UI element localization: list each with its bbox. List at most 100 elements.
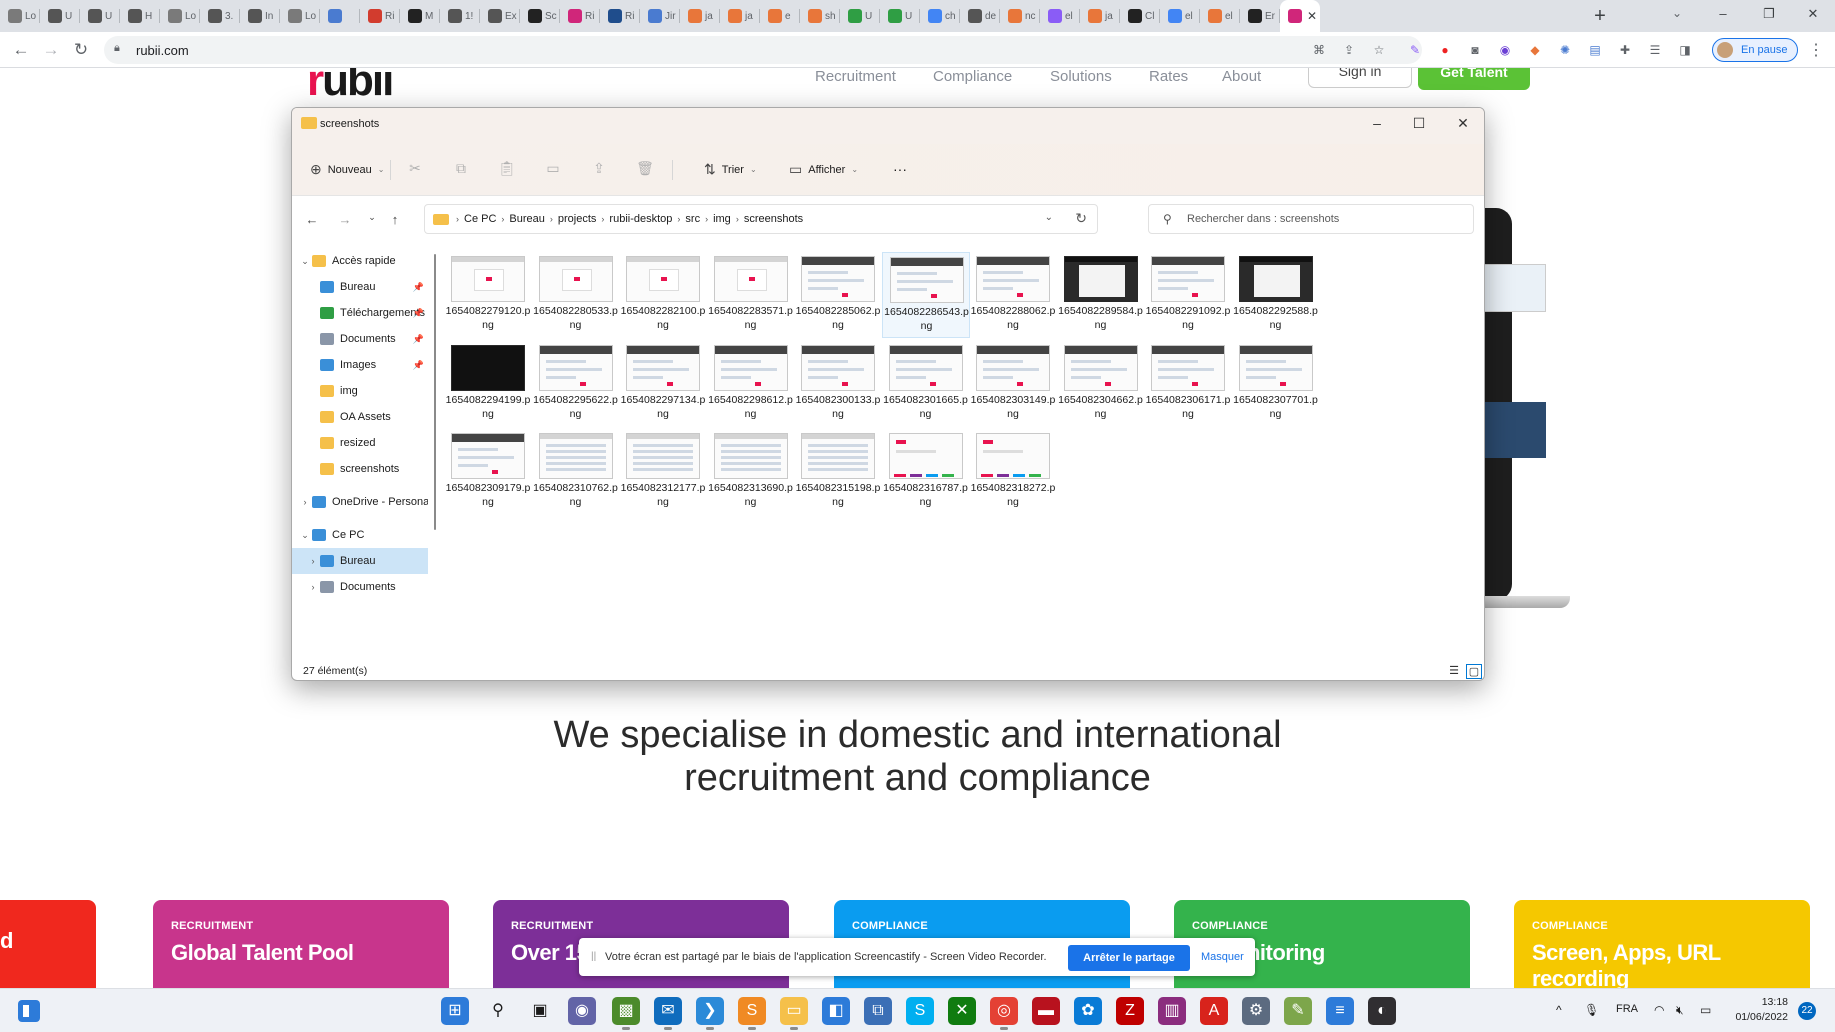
expand-chevron-icon[interactable]: › [298,497,312,507]
side-panel-icon[interactable]: ◨ [1676,41,1694,59]
search-icon[interactable]: ⚲ [484,997,512,1025]
translate-icon[interactable]: ⌘ [1310,41,1328,59]
browser-tab[interactable]: Er [1240,0,1280,32]
file-item[interactable]: 1654082289584.png [1057,252,1145,338]
pen-extension-icon[interactable]: ✎ [1406,41,1424,59]
notification-badge[interactable]: 22 [1798,1002,1816,1020]
maximize-button[interactable]: ☐ [1404,115,1434,132]
stop-sharing-button[interactable]: Arrêter le partage [1068,945,1190,971]
details-view-icon[interactable]: ☰ [1446,664,1462,679]
gear-extension-icon[interactable]: ✺ [1556,41,1574,59]
nav-compliance[interactable]: Compliance [933,68,1012,85]
file-explorer-icon[interactable]: ▭ [780,997,808,1030]
breadcrumb-item[interactable]: projects [558,213,597,225]
nav-item[interactable]: › OneDrive - Personal [292,489,428,515]
browser-tab[interactable]: Sc [520,0,560,32]
browser-tab[interactable]: In [240,0,280,32]
sublime-icon[interactable]: S [738,997,766,1030]
volume-muted-icon[interactable]: 🔇︎ [1676,1003,1684,1018]
drag-handle-icon[interactable]: || [591,951,596,962]
tray-overflow-icon[interactable]: ^ [1556,1003,1562,1017]
file-item[interactable]: 1654082298612.png [707,341,795,427]
service-card[interactable]: RECRUITMENT Global Talent Pool [153,900,449,988]
nav-item[interactable]: screenshots [292,456,428,482]
nav-item[interactable]: ⌄ Ce PC [292,522,428,548]
browser-tab[interactable]: H [120,0,160,32]
view-button[interactable]: ▭ Afficher ⌄ [789,161,858,178]
chrome-menu-icon[interactable]: ⋮ [1808,40,1824,60]
microphone-icon[interactable]: 🎙 [1584,1003,1599,1017]
browser-tab[interactable]: nc [1000,0,1040,32]
up-arrow-icon[interactable]: ↑ [385,212,405,227]
file-item[interactable]: 1654082283571.png [707,252,795,338]
nav-item[interactable]: OA Assets [292,404,428,430]
file-item[interactable]: 1654082315198.png [794,429,882,515]
copy-icon[interactable]: ⧉ [451,160,471,177]
browser-tab[interactable]: Cl [1120,0,1160,32]
nav-item[interactable]: › Bureau [292,548,428,574]
breadcrumb-item[interactable]: rubii-desktop [609,213,672,225]
bookmark-star-icon[interactable]: ☆ [1370,41,1388,59]
sign-in-button[interactable]: Sign in [1308,68,1412,88]
clock[interactable]: 13:18 01/06/2022 [1732,995,1788,1025]
back-button[interactable]: ← [8,37,34,63]
browser-tab[interactable]: el [1200,0,1240,32]
nav-about[interactable]: About [1222,68,1261,85]
browser-maximize-button[interactable]: ❐ [1746,0,1792,32]
more-options-button[interactable]: ··· [893,161,907,177]
file-item[interactable]: 1654082318272.png [969,429,1057,515]
photos-icon[interactable]: ✿ [1074,997,1102,1025]
widgets-icon[interactable] [18,1000,40,1022]
browser-minimize-button[interactable]: – [1700,0,1746,32]
browser-tab[interactable]: el [1160,0,1200,32]
file-item[interactable]: 1654082294199.png [444,341,532,427]
forward-button[interactable]: → [38,37,64,63]
forward-arrow-icon[interactable]: → [335,212,355,227]
browser-tab[interactable]: U [40,0,80,32]
service-card[interactable]: d [0,900,96,988]
file-item[interactable]: 1654082309179.png [444,429,532,515]
nav-item[interactable]: ⌄ Accès rapide [292,248,428,274]
search-input[interactable]: ⚲ Rechercher dans : screenshots [1148,204,1474,234]
tab-search-button[interactable]: ⌄ [1672,6,1682,20]
nav-item[interactable]: Documents 📌 [292,326,428,352]
get-talent-button[interactable]: Get Talent [1418,68,1530,90]
large-icons-view-icon[interactable]: ▢ [1466,664,1482,679]
notepad-plus-icon[interactable]: ✎ [1284,997,1312,1025]
profile-button[interactable]: En pause [1712,38,1798,62]
file-item[interactable]: 1654082295622.png [532,341,620,427]
explorer-title-bar[interactable]: screenshots – ☐ ✕ [292,108,1484,144]
share-icon[interactable]: ⇪ [1340,41,1358,59]
file-item[interactable]: 1654082286543.png [881,252,970,338]
expand-chevron-icon[interactable]: ⌄ [298,256,312,267]
minecraft-icon[interactable]: ▩ [612,997,640,1030]
nav-recruitment[interactable]: Recruitment [815,68,896,85]
file-item[interactable]: 1654082306171.png [1144,341,1232,427]
expand-chevron-icon[interactable]: › [306,556,320,566]
file-item[interactable]: 1654082303149.png [969,341,1057,427]
site-logo[interactable]: rubii [307,68,394,106]
refresh-icon[interactable]: ↻ [1075,210,1087,227]
metamask-icon[interactable]: ◆ [1526,41,1544,59]
close-button[interactable]: ✕ [1448,115,1478,132]
store-icon[interactable]: ◧ [822,997,850,1025]
remote-desktop-icon[interactable]: ⧉ [864,997,892,1025]
browser-close-button[interactable]: ✕ [1790,0,1835,32]
breadcrumb-item[interactable]: Bureau [509,213,544,225]
notepad-icon[interactable]: ≡ [1326,997,1354,1025]
browser-tab[interactable]: e [760,0,800,32]
reload-button[interactable]: ↻ [68,37,94,63]
browser-tab[interactable]: U [880,0,920,32]
circle-extension-icon[interactable]: ◉ [1496,41,1514,59]
browser-tab[interactable]: ja [720,0,760,32]
camera-extension-icon[interactable]: ◙ [1466,41,1484,59]
nav-item[interactable]: Téléchargements 📌 [292,300,428,326]
file-item[interactable]: 1654082301665.png [882,341,970,427]
record-extension-icon[interactable]: ● [1436,41,1454,59]
browser-tab[interactable]: Ri [560,0,600,32]
file-item[interactable]: 1654082307701.png [1232,341,1320,427]
file-item[interactable]: 1654082300133.png [794,341,882,427]
chat-icon[interactable]: ◉ [568,997,596,1025]
nav-item[interactable]: › Documents [292,574,428,600]
browser-tab[interactable]: Lo [0,0,40,32]
